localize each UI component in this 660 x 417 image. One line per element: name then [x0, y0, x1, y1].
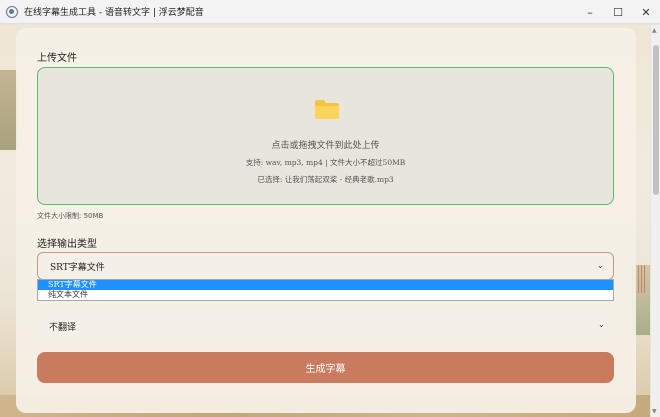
- output-type-selected: SRT字幕文件: [50, 262, 105, 273]
- minimize-icon[interactable]: –: [576, 0, 604, 24]
- file-size-limit: 文件大小限制: 50MB: [37, 212, 104, 220]
- generate-subtitle-button[interactable]: 生成字幕: [37, 352, 614, 383]
- window-titlebar: 在线字幕生成工具 - 语音转文字 | 浮云梦配音 – ☐ ✕: [0, 0, 660, 24]
- option-srt[interactable]: SRT字幕文件: [38, 280, 613, 290]
- close-icon[interactable]: ✕: [632, 0, 660, 24]
- scroll-up-icon[interactable]: ▲: [652, 27, 657, 34]
- page-scrollbar[interactable]: ▲ ▼: [650, 25, 660, 417]
- dropzone-prompt: 点击或拖拽文件到此处上传: [271, 141, 380, 151]
- dropzone-selected-file: 已选择: 让我们荡起双桨 - 经典老歌.mp3: [257, 175, 394, 184]
- dropzone-formats: 支持: wav, mp3, mp4 | 文件大小不超过50MB: [245, 158, 406, 167]
- chevron-down-icon: ⌄: [597, 261, 604, 270]
- output-type-select[interactable]: SRT字幕文件 ⌄: [37, 252, 614, 280]
- translate-select[interactable]: 不翻译 ⌄: [37, 312, 614, 340]
- scrollbar-thumb[interactable]: [653, 45, 659, 195]
- folder-icon: [315, 100, 339, 119]
- output-type-title: 选择输出类型: [37, 239, 97, 250]
- maximize-icon[interactable]: ☐: [604, 0, 632, 24]
- main-card: 上传文件 点击或拖拽文件到此处上传 支持: wav, mp3, mp4 | 文件…: [16, 28, 636, 413]
- file-dropzone[interactable]: 点击或拖拽文件到此处上传 支持: wav, mp3, mp4 | 文件大小不超过…: [37, 67, 614, 205]
- translate-selected: 不翻译: [49, 322, 77, 333]
- app-icon: [6, 5, 18, 18]
- upload-section-title: 上传文件: [37, 53, 77, 64]
- output-type-options: SRT字幕文件 纯文本文件: [37, 279, 614, 301]
- option-plain-text[interactable]: 纯文本文件: [38, 290, 613, 300]
- scroll-down-icon[interactable]: ▼: [652, 408, 657, 415]
- chevron-down-icon: ⌄: [598, 320, 605, 329]
- window-title: 在线字幕生成工具 - 语音转文字 | 浮云梦配音: [24, 8, 204, 18]
- window-controls: – ☐ ✕: [576, 0, 660, 24]
